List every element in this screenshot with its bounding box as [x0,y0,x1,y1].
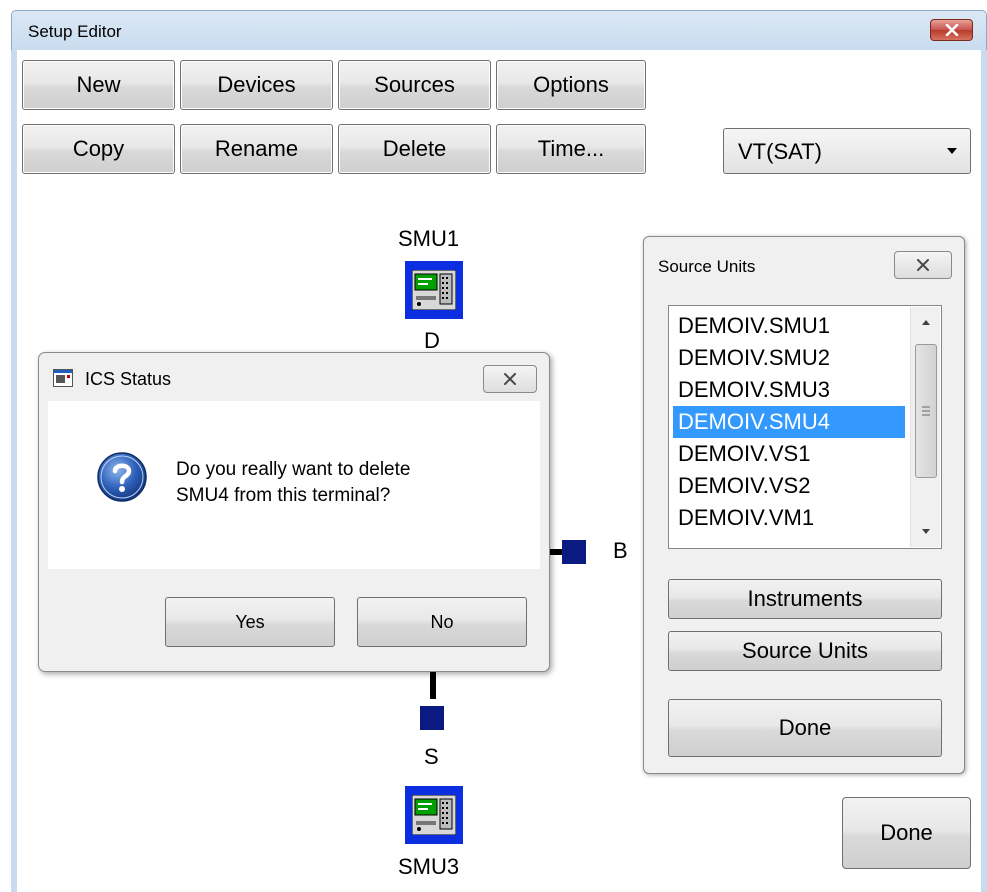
done-button[interactable]: Done [842,797,971,869]
grip-icon [922,406,930,416]
options-button[interactable]: Options [496,60,646,110]
test-select[interactable]: VT(SAT) [723,128,971,174]
source-units-title: Source Units [658,257,756,276]
app-window-icon [54,370,72,383]
list-item[interactable]: DEMOIV.VS1 [673,438,905,470]
devices-button[interactable]: Devices [180,60,333,110]
list-item[interactable]: DEMOIV.SMU2 [673,342,905,374]
source-units-done-button[interactable]: Done [668,699,942,757]
close-icon [917,259,929,271]
instrument-icon [412,795,456,835]
ics-status-dialog: ICS Status Do you really want to delete … [38,352,550,672]
dialog-message-line2: SMU4 from this terminal? [176,485,391,506]
source-terminal-label: S [424,744,439,769]
scrollbar-thumb[interactable] [915,344,937,478]
instrument-icon [412,270,456,310]
sources-button[interactable]: Sources [338,60,491,110]
close-button[interactable] [930,19,973,41]
delete-button[interactable]: Delete [338,124,491,174]
chevron-down-icon [947,148,957,154]
setup-editor-window: Setup Editor New Devices Sources Options… [0,0,987,892]
close-icon [945,24,958,36]
source-wire [430,672,436,699]
no-button[interactable]: No [357,597,527,647]
bulk-terminal-label: B [613,538,628,563]
yes-button[interactable]: Yes [165,597,335,647]
dialog-message-area: Do you really want to delete SMU4 from t… [48,401,540,569]
list-item[interactable]: DEMOIV.VM1 [673,502,905,534]
rename-button[interactable]: Rename [180,124,333,174]
smu-instrument-icon[interactable] [405,786,463,844]
new-button[interactable]: New [22,60,175,110]
listbox-scrollbar[interactable] [910,307,940,547]
chevron-up-icon [922,320,930,325]
scroll-up-button[interactable] [911,307,941,337]
bulk-wire [550,549,562,555]
copy-button[interactable]: Copy [22,124,175,174]
source-units-close-button[interactable] [894,251,952,279]
title-bar[interactable]: Setup Editor [11,10,987,50]
scroll-down-button[interactable] [911,517,941,547]
bulk-node[interactable] [562,540,586,564]
top-unit-label: SMU1 [398,226,460,251]
smu-instrument-icon[interactable] [405,261,463,319]
drain-terminal-label: D [424,328,440,353]
dialog-message-line1: Do you really want to delete [176,459,411,480]
close-icon [504,373,516,385]
dialog-close-button[interactable] [483,365,537,393]
instruments-button[interactable]: Instruments [668,579,942,619]
source-units-panel: Source Units DEMOIV.SMU1 DEMOIV.SMU2 DEM… [643,236,965,774]
source-node[interactable] [420,706,444,730]
list-item[interactable]: DEMOIV.SMU3 [673,374,905,406]
list-item[interactable]: DEMOIV.SMU1 [673,310,905,342]
app-icon [53,369,73,387]
dialog-title: ICS Status [85,369,172,389]
chevron-down-icon [922,529,930,534]
source-units-button[interactable]: Source Units [668,631,942,671]
list-item[interactable]: DEMOIV.VS2 [673,470,905,502]
dialog-title-bar[interactable]: ICS Status [39,353,549,401]
bottom-unit-label: SMU3 [398,854,460,879]
time-button[interactable]: Time... [496,124,646,174]
window-title: Setup Editor [28,22,122,41]
question-icon [97,452,147,502]
source-units-listbox[interactable]: DEMOIV.SMU1 DEMOIV.SMU2 DEMOIV.SMU3 DEMO… [668,305,942,549]
list-item-selected[interactable]: DEMOIV.SMU4 [673,406,905,438]
test-select-value: VT(SAT) [738,139,822,164]
